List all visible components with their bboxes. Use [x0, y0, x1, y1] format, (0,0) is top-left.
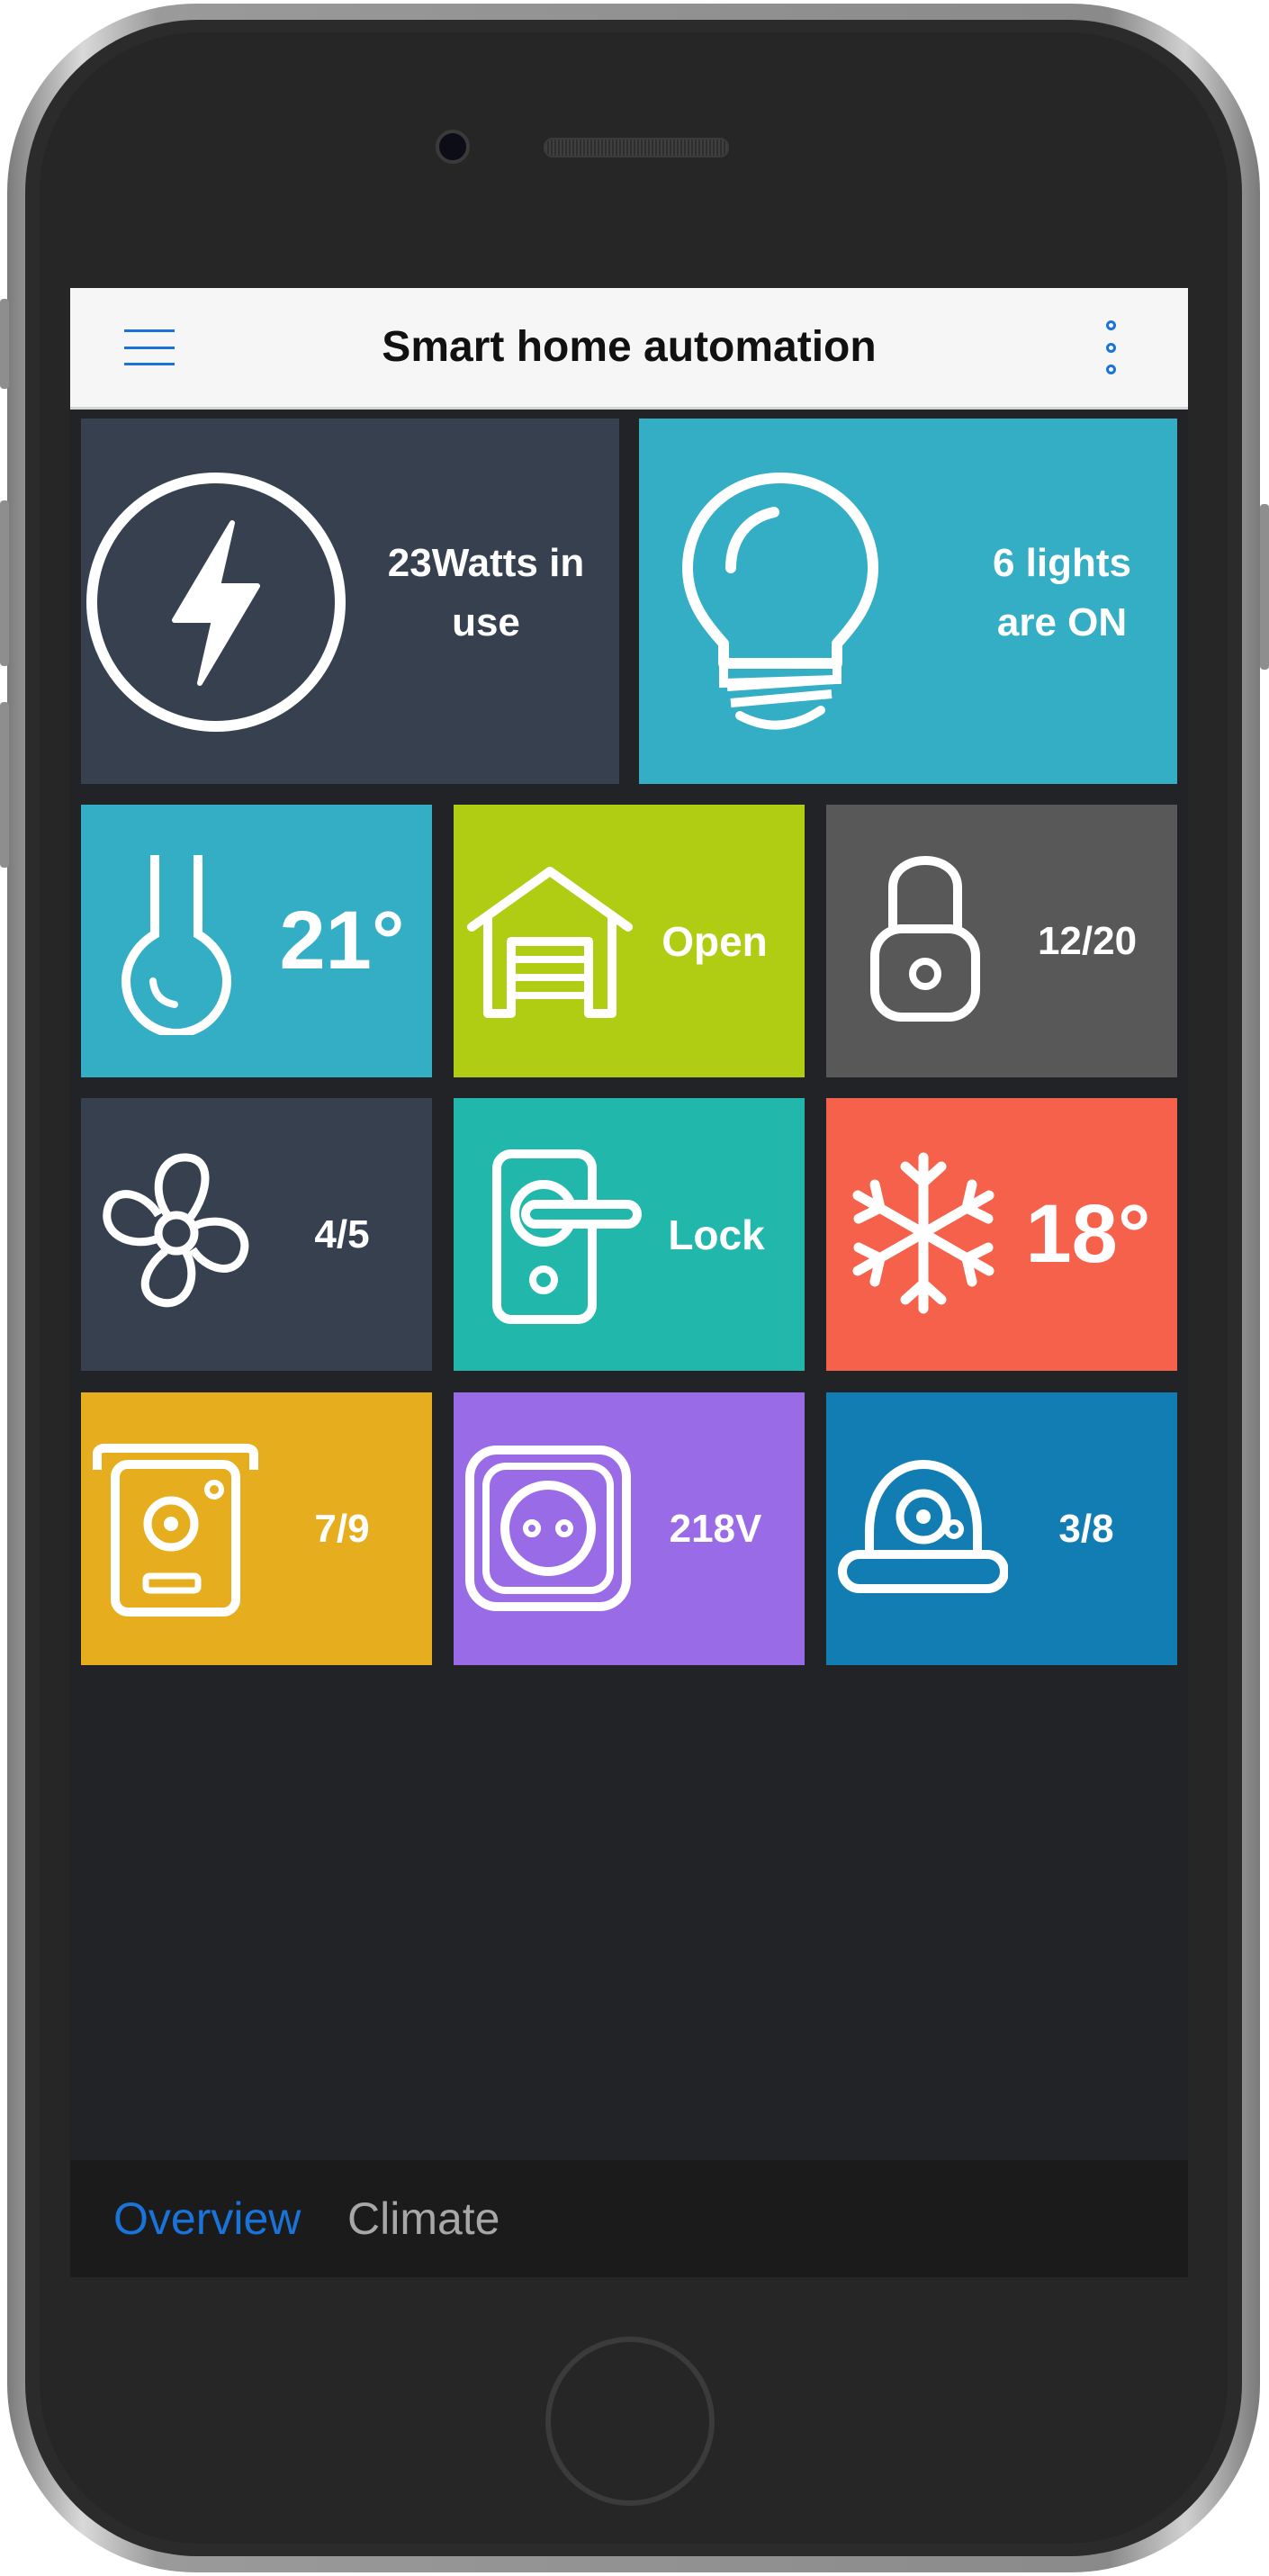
- door-handle-icon: [492, 1149, 642, 1324]
- tab-overview[interactable]: Overview: [113, 2160, 301, 2277]
- temperature-tile[interactable]: 21°: [81, 805, 432, 1077]
- socket-voltage-label: 218V: [669, 1507, 762, 1551]
- volume-up-button: [0, 500, 9, 666]
- home-button[interactable]: [545, 2337, 715, 2506]
- app-screen: Smart home automation 23Watts in use 6 l…: [70, 288, 1188, 2277]
- tab-climate[interactable]: Climate: [347, 2160, 500, 2277]
- volume-down-button: [0, 702, 9, 868]
- mute-switch: [0, 299, 9, 389]
- lights-tile[interactable]: 6 lights are ON: [639, 419, 1177, 784]
- power-socket-icon: [465, 1446, 631, 1611]
- more-options-icon[interactable]: [1102, 320, 1120, 374]
- menu-icon[interactable]: [124, 329, 175, 365]
- power-usage-label: 23Watts in use: [387, 541, 585, 644]
- padlock-icon: [870, 855, 980, 1022]
- garage-door-tile[interactable]: Open: [454, 805, 805, 1077]
- garage-icon: [467, 867, 633, 1018]
- padlock-tile[interactable]: 12/20: [826, 805, 1177, 1077]
- power-button: [1260, 504, 1269, 670]
- earpiece-speaker: [544, 138, 729, 158]
- air-conditioner-tile[interactable]: 18°: [826, 1098, 1177, 1371]
- front-camera: [436, 130, 470, 164]
- intercom-icon: [93, 1444, 258, 1617]
- snowflake-icon: [852, 1152, 994, 1314]
- bottom-navigation: Overview Climate: [70, 2160, 1188, 2277]
- fan-icon: [103, 1153, 249, 1308]
- door-lock-tile[interactable]: Lock: [454, 1098, 805, 1371]
- lights-label: 6 lights are ON: [992, 541, 1132, 644]
- door-lock-label: Lock: [668, 1211, 765, 1258]
- app-header: Smart home automation: [70, 288, 1188, 410]
- intercom-tile[interactable]: 7/9: [81, 1392, 432, 1665]
- light-bulb-icon: [682, 473, 878, 730]
- page-title: Smart home automation: [382, 323, 877, 371]
- padlock-count-label: 12/20: [1037, 919, 1138, 963]
- intercom-count-label: 7/9: [314, 1507, 370, 1551]
- temperature-label: 21°: [279, 895, 405, 986]
- fan-tile[interactable]: 4/5: [81, 1098, 432, 1371]
- thermometer-icon: [121, 855, 232, 1035]
- security-camera-tile[interactable]: 3/8: [826, 1392, 1177, 1665]
- camera-count-label: 3/8: [1058, 1507, 1114, 1551]
- garage-status-label: Open: [662, 918, 768, 965]
- lightning-icon: [86, 473, 346, 732]
- power-socket-tile[interactable]: 218V: [454, 1392, 805, 1665]
- fan-speed-label: 4/5: [314, 1212, 370, 1256]
- air-conditioner-temp-label: 18°: [1025, 1188, 1151, 1280]
- security-camera-icon: [838, 1459, 1008, 1593]
- power-usage-tile[interactable]: 23Watts in use: [81, 419, 619, 784]
